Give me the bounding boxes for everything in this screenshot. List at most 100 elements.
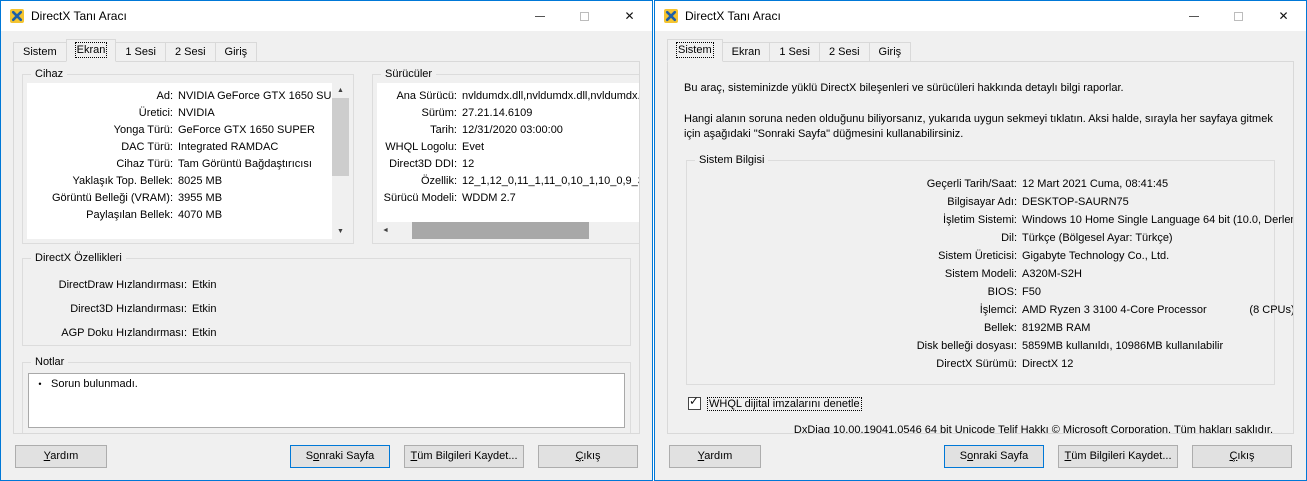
info-label: Disk belleği dosyası: xyxy=(916,340,1017,352)
info-value: 27.21.14.6109 xyxy=(462,107,533,119)
tab-ekran[interactable]: Ekran xyxy=(65,39,117,62)
info-value: 8025 MB xyxy=(178,175,223,187)
info-row: Sistem Üreticisi: Gigabyte Technology Co… xyxy=(695,247,1266,265)
next-page-button[interactable]: Sonraki Sayfa xyxy=(290,444,390,468)
desktop: DirectX Tanı Aracı ✕ Sistem Ekran 1 Sesi… xyxy=(0,0,1307,481)
tab-ekran[interactable]: Ekran xyxy=(721,42,771,62)
info-value: 4070 MB xyxy=(178,209,223,221)
info-value: DESKTOP-SAURN75 xyxy=(1022,196,1129,208)
info-label: DAC Türü: xyxy=(121,141,173,153)
info-row: Paylaşılan Bellek: 4070 MB xyxy=(27,207,332,224)
save-all-information-button[interactable]: Tüm Bilgileri Kaydet... xyxy=(1058,444,1178,468)
info-row: Direct3D Hızlandırması: Etkin xyxy=(27,297,626,321)
dxdiag-version-status: DxDiag 10.00.19041.0546 64 bit Unicode T… xyxy=(793,424,1273,434)
info-label: Özellik: xyxy=(420,175,457,187)
next-page-button[interactable]: Sonraki Sayfa xyxy=(944,444,1044,468)
info-value: GeForce GTX 1650 SUPER xyxy=(178,124,315,136)
device-vertical-scrollbar[interactable]: ▲ ▼ xyxy=(332,83,349,239)
dialog-footer: Yardım Sonraki Sayfa Tüm Bilgileri Kayde… xyxy=(655,440,1306,480)
info-row: Görüntü Belleği (VRAM): 3955 MB xyxy=(27,190,332,207)
device-info-list: Ad: NVIDIA GeForce GTX 1650 SUPER Üretic… xyxy=(27,83,332,239)
info-row: AGP Doku Hızlandırması: Etkin xyxy=(27,321,626,345)
scroll-down-icon[interactable]: ▼ xyxy=(332,224,349,239)
directx-features-groupbox: DirectX Özellikleri DirectDraw Hızlandır… xyxy=(22,252,631,346)
info-value: F50 xyxy=(1022,286,1041,298)
info-row: DirectX Sürümü: DirectX 12 xyxy=(695,355,1266,373)
info-label: BIOS: xyxy=(987,286,1017,298)
tab-sistem[interactable]: Sistem xyxy=(667,39,723,62)
hint-text: Hangi alanın soruna neden olduğunu biliy… xyxy=(684,113,1273,140)
info-value: Etkin xyxy=(192,303,217,315)
info-label: Geçerli Tarih/Saat: xyxy=(926,178,1017,190)
info-label: Ad: xyxy=(156,90,173,102)
bullet-icon: • xyxy=(38,379,42,389)
intro-text: Bu araç, sisteminizde yüklü DirectX bile… xyxy=(684,82,1124,94)
maximize-icon xyxy=(580,11,589,21)
close-button[interactable]: ✕ xyxy=(1261,1,1306,31)
info-row: Sürücü Modeli: WDDM 2.7 xyxy=(377,190,639,207)
scrollbar-thumb[interactable] xyxy=(411,222,589,239)
tab-giris[interactable]: Giriş xyxy=(868,42,912,62)
window-titlebar[interactable]: DirectX Tanı Aracı ✕ xyxy=(1,1,652,31)
scrollbar-track[interactable] xyxy=(332,98,349,224)
directx-features-list: DirectDraw Hızlandırması: Etkin Direct3D… xyxy=(27,273,626,345)
info-row: Geçerli Tarih/Saat: 12 Mart 2021 Cuma, 0… xyxy=(695,175,1266,193)
info-value: Etkin xyxy=(192,327,217,339)
drivers-info-list: Ana Sürücü: nvldumdx.dll,nvldumdx.dll,nv… xyxy=(377,83,640,222)
minimize-button[interactable] xyxy=(517,1,562,31)
tab-ses-1[interactable]: 1 Sesi xyxy=(115,42,166,62)
tab-ses-1[interactable]: 1 Sesi xyxy=(769,42,820,62)
tab-ses-2[interactable]: 2 Sesi xyxy=(164,42,216,62)
save-all-information-button[interactable]: Tüm Bilgileri Kaydet... xyxy=(404,444,524,468)
info-value: Türkçe (Bölgesel Ayar: Türkçe) xyxy=(1022,232,1173,244)
window-title: DirectX Tanı Aracı xyxy=(685,9,781,23)
exit-button[interactable]: Çıkış xyxy=(538,444,638,468)
help-button[interactable]: Yardım xyxy=(669,444,761,468)
info-label: Sürücü Modeli: xyxy=(383,192,457,204)
close-button[interactable]: ✕ xyxy=(607,1,652,31)
info-value: A320M-S2H xyxy=(1022,268,1082,280)
whql-checkbox[interactable]: ✓ xyxy=(688,394,701,410)
info-value: NVIDIA xyxy=(178,107,215,119)
info-label: Direct3D Hızlandırması: xyxy=(70,303,187,315)
tab-ses-2[interactable]: 2 Sesi xyxy=(818,42,870,62)
help-button[interactable]: Yardım xyxy=(15,444,107,468)
tab-sistem[interactable]: Sistem xyxy=(13,42,67,62)
exit-button[interactable]: Çıkış xyxy=(1192,444,1292,468)
info-label: Sistem Üreticisi: xyxy=(938,250,1017,262)
info-value: 3955 MB xyxy=(178,192,223,204)
drivers-horizontal-scrollbar[interactable]: ◄ ► xyxy=(377,222,639,239)
info-value: nvldumdx.dll,nvldumdx.dll,nvldumdx.d xyxy=(462,90,640,102)
info-label: Yaklaşık Top. Bellek: xyxy=(72,175,173,187)
window-titlebar[interactable]: DirectX Tanı Aracı ✕ xyxy=(655,1,1306,31)
info-row: İşletim Sistemi: Windows 10 Home Single … xyxy=(695,211,1293,229)
scroll-left-icon[interactable]: ◄ xyxy=(377,222,394,239)
system-info-list: Geçerli Tarih/Saat: 12 Mart 2021 Cuma, 0… xyxy=(695,175,1293,373)
dxdiag-window-display: DirectX Tanı Aracı ✕ Sistem Ekran 1 Sesi… xyxy=(0,0,653,481)
dxdiag-window-system: DirectX Tanı Aracı ✕ Sistem Ekran 1 Sesi… xyxy=(654,0,1307,481)
tab-giris[interactable]: Giriş xyxy=(214,42,258,62)
display-tab-page: Cihaz Ad: NVIDIA GeForce GTX 1650 SUPER xyxy=(13,61,640,434)
info-row: Özellik: 12_1,12_0,11_1,11_0,10_1,10_0,9… xyxy=(377,173,640,190)
info-row: Yonga Türü: GeForce GTX 1650 SUPER xyxy=(27,122,332,139)
info-label: Görüntü Belleği (VRAM): xyxy=(51,192,173,204)
info-value: WDDM 2.7 xyxy=(462,192,516,204)
scroll-up-icon[interactable]: ▲ xyxy=(332,83,349,98)
notes-group-title: Notlar xyxy=(31,356,69,369)
whql-check-row: ✓ WHQL dijital imzalarını denetle xyxy=(688,394,1277,411)
info-label: Sistem Modeli: xyxy=(944,268,1017,280)
minimize-button[interactable] xyxy=(1171,1,1216,31)
info-label: AGP Doku Hızlandırması: xyxy=(61,327,187,339)
device-groupbox: Cihaz Ad: NVIDIA GeForce GTX 1650 SUPER xyxy=(22,68,354,244)
scrollbar-thumb[interactable] xyxy=(332,98,349,177)
info-row: Ana Sürücü: nvldumdx.dll,nvldumdx.dll,nv… xyxy=(377,88,640,105)
info-row: BIOS: F50 xyxy=(695,283,1266,301)
info-value: 12_1,12_0,11_1,11_0,10_1,10_0,9_3 xyxy=(462,175,640,187)
info-row: WHQL Logolu: Evet xyxy=(377,139,639,156)
info-value: DirectX 12 xyxy=(1022,358,1074,370)
info-label: Sürüm: xyxy=(421,107,457,119)
whql-checkbox-label[interactable]: WHQL dijital imzalarını denetle xyxy=(707,396,862,411)
notes-listbox: • Sorun bulunmadı. xyxy=(28,373,625,428)
scrollbar-track[interactable] xyxy=(394,222,639,239)
info-label: Bellek: xyxy=(983,322,1017,334)
